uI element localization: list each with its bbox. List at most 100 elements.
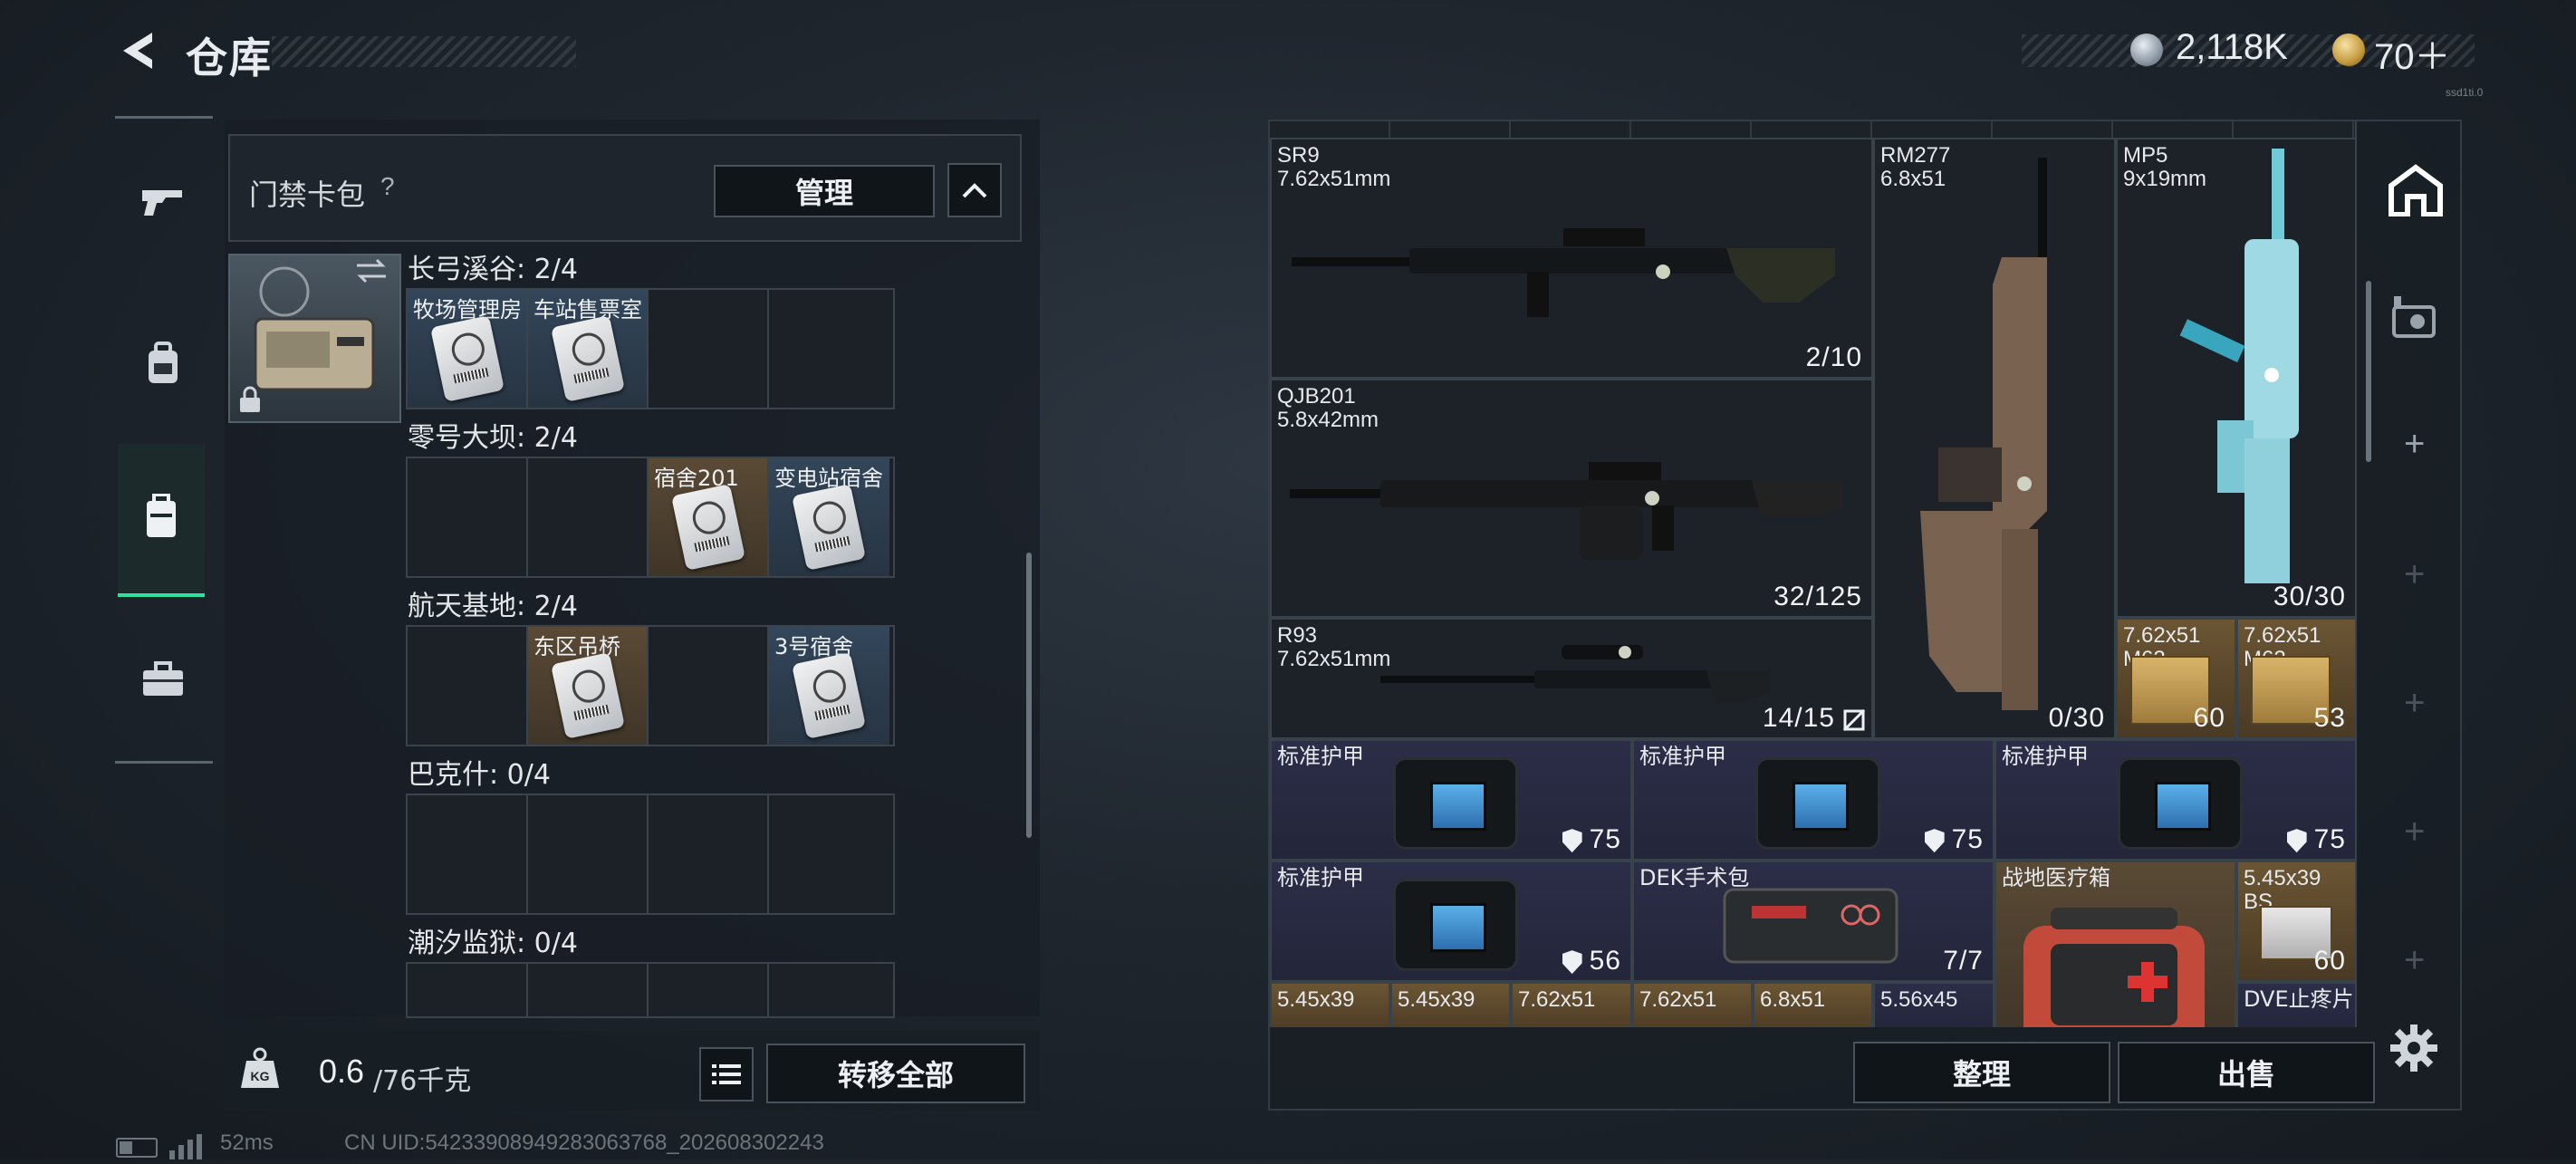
smg-mp5-image [2179,149,2299,583]
region-label: 零号大坝: 2/4 [408,422,578,454]
partial-item[interactable]: 5.56x45 [1873,982,1994,1027]
gold-currency-value[interactable]: 70＋ [2374,27,2451,80]
item-durability: 75 [1924,824,1984,855]
armor-item-standard[interactable]: 标准护甲 56 [1270,861,1632,982]
empty-slot[interactable] [769,964,889,1016]
partial-item[interactable]: 5.45x39 [1270,982,1390,1027]
item-durability: 56 [1562,946,1621,976]
keycard-name: 车站售票室 [533,297,642,322]
item-name: 7.62x51 [2244,623,2321,648]
machinegun-qjb201-image [1290,462,1842,560]
partial-item[interactable]: 7.62x51 [1632,982,1753,1027]
weapon-item-mp5[interactable]: MP5 9x19mm 30/30 [2116,138,2357,618]
lock-icon [237,385,263,418]
armor-item-standard[interactable]: 标准护甲 75 [1270,739,1632,861]
keycard-slot[interactable]: 车站售票室 [528,290,649,408]
sniper-r93-image [1380,645,1770,703]
weight-value: 0.6 [319,1053,365,1090]
case-icon[interactable] [134,489,188,544]
empty-slot[interactable] [408,795,528,913]
shield-icon [2286,829,2307,853]
help-icon[interactable]: ? [380,172,395,201]
weight-max: /76千克 [373,1065,472,1097]
armor-item-standard[interactable]: 标准护甲 75 [1632,739,1994,861]
manage-button[interactable]: 管理 [714,165,935,217]
collapse-button[interactable] [947,163,1002,217]
item-name: 7.62x51 [1639,987,1717,1012]
rail-divider [115,116,213,119]
medical-item-dek-surgery-kit[interactable]: DEK手术包 7/7 [1632,861,1994,982]
item-quantity: 32/125 [1773,582,1862,611]
sell-button[interactable]: 出售 [2118,1042,2375,1103]
armor-vest-image [1393,757,1518,850]
list-view-button[interactable] [699,1047,754,1101]
partial-item[interactable]: 7.62x51 [1511,982,1632,1027]
empty-slot[interactable] [408,964,528,1016]
weapon-item-r93[interactable]: R93 7.62x51mm 14/15 [1270,618,1873,739]
empty-slot[interactable] [528,964,649,1016]
add-storage-icon[interactable]: + [2404,940,2425,981]
weapon-item-qjb201[interactable]: QJB201 5.8x42mm 32/125 [1270,379,1873,618]
transfer-all-button[interactable]: 转移全部 [766,1044,1025,1103]
rifle-rm277-image [1920,158,2047,710]
item-quantity: 2/10 [1805,342,1862,372]
chevron-up-icon [962,183,987,198]
add-storage-icon[interactable]: + [2404,554,2425,595]
weapon-item-sr9[interactable]: SR9 7.62x51mm 2/10 [1270,138,1873,379]
keycard-image [670,484,746,571]
empty-slot[interactable] [649,964,769,1016]
gold-coin-icon [2332,34,2365,66]
empty-slot[interactable] [408,627,528,745]
warehouse-scrollbar[interactable] [2366,281,2371,462]
empty-slot[interactable] [769,290,889,408]
add-storage-icon[interactable]: + [2404,683,2425,724]
item-quantity: 7/7 [1943,946,1984,976]
partial-item[interactable]: DVE止疼片 [2236,982,2357,1027]
uid-text: CN UID:5423390894928306​3768_20260830224… [344,1130,824,1155]
item-name: 5.45x39 [1398,987,1475,1012]
weapon-icon[interactable] [136,174,190,228]
region-slot-row: 宿舍201 变电站宿舍 [406,457,895,578]
warehouse-tab-icon[interactable] [2375,149,2456,231]
add-storage-icon[interactable]: + [2404,812,2425,852]
item-name: 6.8x51 [1760,987,1826,1012]
region-slot-row [406,794,895,915]
gear-icon[interactable] [2388,1022,2440,1079]
keycard-slot[interactable]: 变电站宿舍 [769,458,889,576]
empty-slot[interactable] [649,627,769,745]
partial-item[interactable]: 6.8x51 [1753,982,1873,1027]
keycard-slot[interactable]: 3号宿舍 [769,627,889,745]
empty-slot[interactable] [528,795,649,913]
item-name: R93 [1277,623,1318,648]
partial-item[interactable]: 5.45x39 [1390,982,1511,1027]
medical-item-field-medkit[interactable]: 战地医疗箱 [1994,861,2236,1027]
sort-button[interactable]: 整理 [1853,1042,2110,1103]
left-scrollbar[interactable] [1026,553,1032,838]
safe-box-tab-icon[interactable] [2375,276,2456,358]
ammo-item-762x51-m62[interactable]: 7.62x51 M62 60 [2116,618,2236,739]
ammo-item-545x39-bs[interactable]: 5.45x39 BS 60 [2236,861,2357,982]
item-durability: 75 [1562,824,1621,855]
keycard-slot[interactable]: 东区吊桥 [528,627,649,745]
empty-slot[interactable] [649,795,769,913]
region-label: 潮汐监狱: 0/4 [408,928,578,959]
armor-vest-image [2118,757,2243,850]
empty-slot[interactable] [649,290,769,408]
keycard-slot[interactable]: 牧场管理房 [408,290,528,408]
swap-icon[interactable] [353,257,389,289]
empty-slot[interactable] [408,458,528,576]
item-caliber: 5.8x42mm [1277,408,1379,432]
empty-slot[interactable] [528,458,649,576]
keycard-image [550,652,626,739]
keycard-slot[interactable]: 宿舍201 [649,458,769,576]
briefcase-icon[interactable] [136,652,190,707]
ammo-item-762x51-m62[interactable]: 7.62x51 M62 53 [2236,618,2357,739]
region-label: 巴克什: 0/4 [408,759,551,791]
add-storage-icon[interactable]: + [2404,424,2425,465]
back-arrow-icon[interactable] [118,29,161,72]
backpack-icon[interactable] [136,337,190,391]
weapon-item-rm277[interactable]: RM277 6.8x51 0/30 [1873,138,2116,739]
shield-icon [1562,829,1582,853]
empty-slot[interactable] [769,795,889,913]
armor-item-standard[interactable]: 标准护甲 75 [1994,739,2357,861]
